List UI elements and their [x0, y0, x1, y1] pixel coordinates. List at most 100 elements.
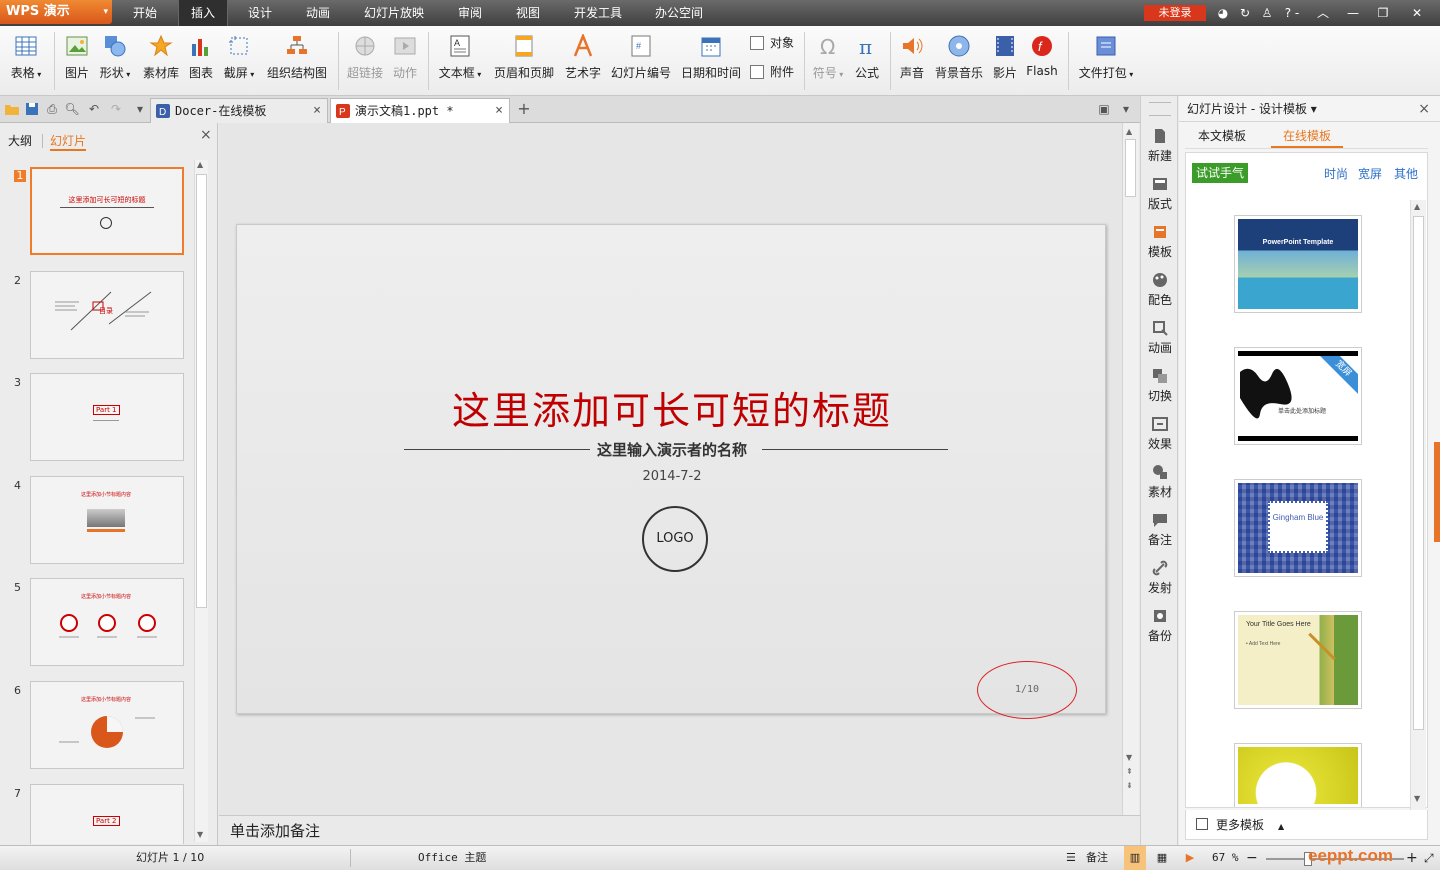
tab-slides[interactable]: 幻灯片	[50, 131, 87, 151]
notes-toggle-button[interactable]: ☰ 备注	[1066, 846, 1108, 870]
shape-button[interactable]: 形状 ▾	[96, 30, 134, 92]
scroll-thumb[interactable]	[196, 174, 207, 608]
slide-number-button[interactable]: # 幻灯片编号	[608, 30, 674, 92]
shirt-icon[interactable]: ♙	[1258, 4, 1276, 22]
normal-view-icon[interactable]: ▥	[1124, 846, 1146, 870]
panel-edge-tab[interactable]	[1434, 442, 1440, 542]
scroll-down-icon[interactable]: ▼	[1126, 753, 1132, 762]
open-folder-icon[interactable]	[4, 101, 20, 117]
save-icon[interactable]	[24, 101, 40, 117]
scroll-up-icon[interactable]: ▲	[1126, 127, 1132, 136]
side-animation-button[interactable]: 动画	[1141, 320, 1179, 356]
sound-button[interactable]: 声音	[896, 30, 928, 92]
current-slide[interactable]: 这里添加可长可短的标题 这里输入演示者的名称 2014-7-2 LOGO 1/1…	[236, 224, 1107, 719]
close-panel-icon[interactable]: ×	[1418, 96, 1430, 122]
tab-outline[interactable]: 大纲	[8, 131, 32, 151]
slide-thumbnail-5[interactable]: 这里添加小节标题内容	[30, 578, 184, 666]
close-tab-icon[interactable]: ×	[495, 99, 503, 123]
slide-date[interactable]: 2014-7-2	[237, 469, 1107, 484]
side-notes-button[interactable]: 备注	[1141, 512, 1179, 548]
template-thumb-4[interactable]: Your Title Goes Here • Add Text Here	[1234, 611, 1362, 709]
close-window-icon[interactable]: ✕	[1408, 4, 1426, 22]
tab-local-templates[interactable]: 本文模板	[1189, 124, 1255, 148]
print-preview-icon[interactable]: 🔍︎	[64, 101, 80, 117]
sorter-view-icon[interactable]: ▦	[1152, 846, 1172, 870]
formula-button[interactable]: π 公式	[852, 30, 882, 92]
tab-presentation1[interactable]: P 演示文稿1.ppt * ×	[330, 98, 510, 123]
tab-design[interactable]: 设计	[238, 0, 282, 26]
side-effect-button[interactable]: 效果	[1141, 416, 1179, 452]
app-menu-button[interactable]: WPS 演示 ▾	[0, 0, 112, 24]
tab-insert[interactable]: 插入	[178, 0, 228, 26]
minimize-icon[interactable]: —	[1344, 4, 1362, 22]
slide-thumbnail-4[interactable]: 这里添加小节标题内容	[30, 476, 184, 564]
refresh-icon[interactable]: ↻	[1236, 4, 1254, 22]
material-library-button[interactable]: 素材库	[140, 30, 182, 92]
side-backup-button[interactable]: 备份	[1141, 608, 1179, 644]
gallery-scrollbar[interactable]: ▲ ▼	[1410, 200, 1426, 810]
hyperlink-button[interactable]: 超链接	[344, 30, 386, 92]
skin-icon[interactable]: ◕	[1214, 4, 1232, 22]
help-icon[interactable]: ? -	[1280, 4, 1304, 22]
panel-title[interactable]: 幻灯片设计 - 设计模板 ▾	[1187, 102, 1317, 116]
header-footer-button[interactable]: 页眉和页脚	[492, 30, 556, 92]
scroll-up-icon[interactable]: ▲	[197, 160, 203, 169]
next-slide-icon[interactable]: ⇟	[1126, 781, 1133, 790]
close-tab-icon[interactable]: ×	[313, 99, 321, 123]
tab-office-space[interactable]: 办公空间	[646, 0, 712, 26]
tab-list-icon[interactable]: ▾	[1118, 101, 1134, 117]
movie-button[interactable]: 影片	[990, 30, 1020, 92]
canvas-scrollbar[interactable]: ▲ ▼ ⇞ ⇟	[1122, 123, 1139, 815]
scroll-down-icon[interactable]: ▼	[197, 830, 203, 839]
flash-button[interactable]: f Flash	[1024, 30, 1060, 92]
scroll-down-icon[interactable]: ▼	[1414, 794, 1420, 803]
slide-title[interactable]: 这里添加可长可短的标题	[237, 380, 1107, 435]
side-new-button[interactable]: 新建	[1141, 128, 1179, 164]
category-fashion[interactable]: 时尚	[1324, 165, 1348, 182]
bg-music-button[interactable]: 背景音乐	[932, 30, 986, 92]
category-other[interactable]: 其他	[1394, 165, 1418, 182]
scroll-up-icon[interactable]: ▲	[1414, 202, 1420, 211]
tab-start[interactable]: 开始	[124, 0, 166, 26]
template-thumb-2[interactable]: 单击此处添加标题 宽屏	[1234, 347, 1362, 445]
slide-logo[interactable]: LOGO	[642, 506, 708, 572]
collapse-ribbon-icon[interactable]: ︿	[1314, 4, 1332, 22]
side-template-button[interactable]: 模板	[1141, 224, 1179, 260]
attachment-button[interactable]: 附件	[750, 62, 794, 82]
object-button[interactable]: 对象	[750, 33, 794, 53]
datetime-button[interactable]: 日期和时间	[680, 30, 742, 92]
customize-toolbar-icon[interactable]: ▾	[132, 101, 148, 117]
close-panel-icon[interactable]: ×	[200, 127, 212, 143]
org-chart-button[interactable]: 组织结构图	[264, 30, 330, 92]
symbol-button[interactable]: Ω 符号 ▾	[810, 30, 846, 92]
new-tab-icon[interactable]: +	[516, 101, 532, 117]
tab-slideshow[interactable]: 幻灯片放映	[356, 0, 432, 26]
fit-window-icon[interactable]: ⤢	[1424, 846, 1434, 870]
notes-pane[interactable]: 单击添加备注	[219, 815, 1140, 845]
screenshot-button[interactable]: 截屏 ▾	[220, 30, 258, 92]
tab-review[interactable]: 审阅	[448, 0, 492, 26]
table-button[interactable]: 表格 ▾	[6, 30, 46, 92]
slide-thumbnail-2[interactable]: 目录	[30, 271, 184, 359]
slide-thumbnail-3[interactable]: Part 1	[30, 373, 184, 461]
tab-devtools[interactable]: 开发工具	[566, 0, 630, 26]
restore-icon[interactable]: ❐	[1374, 4, 1392, 22]
tab-animation[interactable]: 动画	[296, 0, 340, 26]
try-luck-button[interactable]: 试试手气	[1192, 163, 1248, 183]
side-send-button[interactable]: 发射	[1141, 560, 1179, 596]
category-widescreen[interactable]: 宽屏	[1358, 165, 1382, 182]
wordart-button[interactable]: 艺术字	[562, 30, 604, 92]
package-button[interactable]: 文件打包 ▾	[1074, 30, 1138, 92]
slide-thumbnail-1[interactable]: 这里添加可长可短的标题	[30, 167, 184, 255]
print-icon[interactable]: ⎙	[44, 101, 60, 117]
side-transition-button[interactable]: 切换	[1141, 368, 1179, 404]
slide-thumbnail-7[interactable]: Part 2	[30, 784, 184, 844]
more-templates-button[interactable]: 更多模板 ▲	[1185, 810, 1428, 840]
picture-button[interactable]: 图片	[60, 30, 94, 92]
slides-scrollbar[interactable]: ▲ ▼	[194, 160, 208, 842]
tab-online-templates[interactable]: 在线模板	[1271, 124, 1343, 148]
textbox-button[interactable]: A 文本框 ▾	[434, 30, 486, 92]
zoom-in-icon[interactable]: +	[1406, 846, 1418, 870]
tab-docer-online[interactable]: D Docer-在线模板 ×	[150, 98, 328, 123]
action-button[interactable]: 动作	[390, 30, 420, 92]
